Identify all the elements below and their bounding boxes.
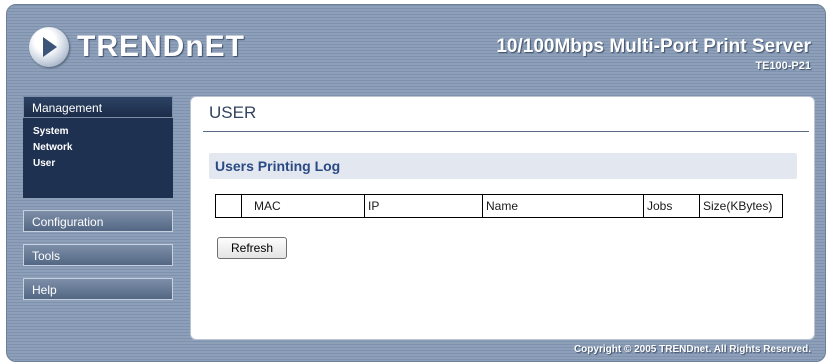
menu-configuration[interactable]: Configuration: [23, 210, 173, 232]
header-jobs: Jobs: [643, 194, 700, 218]
header-ip: IP: [364, 194, 483, 218]
brand-logo: TRENDnET: [29, 27, 245, 67]
title-divider: [203, 131, 809, 132]
menu-spacer: [23, 266, 173, 278]
submenu-item-user[interactable]: User: [23, 156, 173, 172]
header-name: Name: [482, 194, 644, 218]
menu-spacer: [23, 232, 173, 244]
header-mac: MAC: [241, 194, 365, 218]
page-title: USER: [209, 103, 257, 122]
menu-tools[interactable]: Tools: [23, 244, 173, 266]
header-size: Size(KBytes): [699, 194, 783, 218]
app-frame: TRENDnET 10/100Mbps Multi-Port Print Ser…: [6, 4, 826, 362]
management-submenu: System Network User: [23, 118, 173, 198]
header: TRENDnET 10/100Mbps Multi-Port Print Ser…: [7, 5, 825, 87]
logo-text: TRENDnET: [77, 30, 245, 63]
menu-management[interactable]: Management: [23, 96, 173, 118]
submenu-item-network[interactable]: Network: [23, 140, 173, 156]
submenu-item-system[interactable]: System: [23, 124, 173, 140]
product-model: TE100-P21: [755, 60, 811, 72]
section-title: Users Printing Log: [215, 158, 341, 174]
copyright-text: Copyright © 2005 TRENDnet. All Rights Re…: [573, 344, 811, 355]
menu-help[interactable]: Help: [23, 278, 173, 300]
header-index: [215, 194, 242, 218]
menu-spacer: [23, 198, 173, 210]
product-title: 10/100Mbps Multi-Port Print Server: [496, 36, 811, 57]
content-panel: USER Users Printing Log MAC IP Name Jobs…: [190, 96, 815, 340]
users-printing-log-table: MAC IP Name Jobs Size(KBytes): [215, 194, 783, 218]
section-header: Users Printing Log: [209, 153, 797, 179]
logo-icon: [29, 27, 69, 67]
table-header-row: MAC IP Name Jobs Size(KBytes): [215, 194, 783, 218]
refresh-button[interactable]: Refresh: [217, 237, 287, 259]
sidebar: Management System Network User Configura…: [23, 96, 173, 300]
